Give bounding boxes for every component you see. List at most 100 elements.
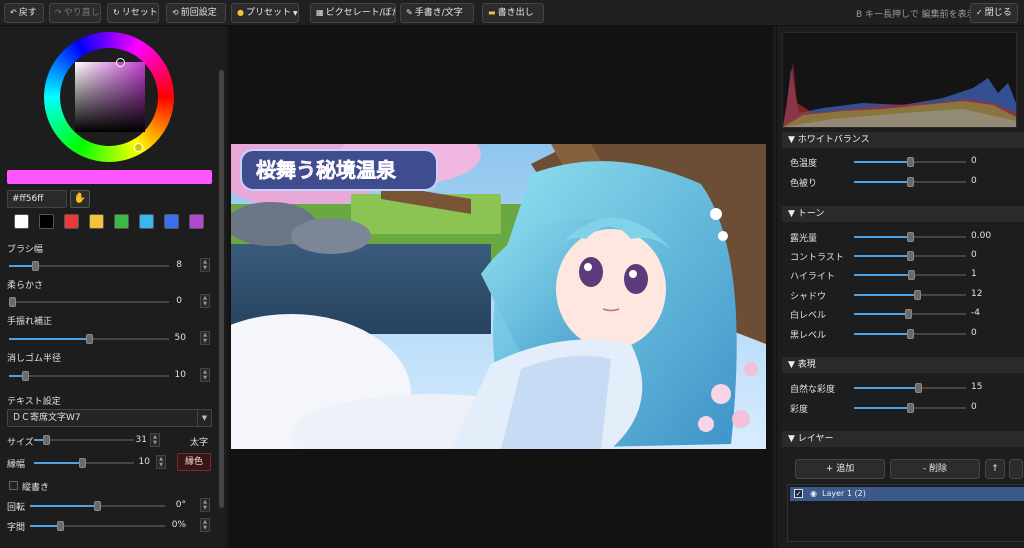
eraser-radius-value[interactable]: 10 bbox=[160, 370, 186, 380]
histogram bbox=[782, 32, 1017, 128]
contrast-value[interactable]: 0 bbox=[971, 250, 977, 260]
swatch-green[interactable] bbox=[114, 214, 129, 229]
saturation-value[interactable]: 0 bbox=[971, 402, 977, 412]
redo-button[interactable]: ↷ やり直し bbox=[49, 3, 101, 23]
banner-text: 桜舞う秘境温泉 bbox=[256, 158, 397, 182]
move-layer-down-button[interactable] bbox=[1009, 459, 1023, 479]
font-select[interactable]: ＤＣ寄席文字W7 ▼ bbox=[7, 409, 212, 427]
bold-toggle[interactable]: 太字 bbox=[190, 435, 208, 448]
stabilizer-slider[interactable] bbox=[9, 334, 169, 344]
delete-layer-button[interactable]: - 削除 bbox=[890, 459, 980, 479]
adjust-panel: ▼ ホワイトバランス 色温度 0 色被り 0 ▼ トーン 露光量 0.00 コン… bbox=[776, 26, 1024, 548]
white-level-label: 白レベル bbox=[790, 311, 827, 321]
temperature-value[interactable]: 0 bbox=[971, 156, 977, 166]
brush-size-slider[interactable] bbox=[9, 261, 169, 271]
hue-picker-handle[interactable] bbox=[134, 143, 143, 152]
letter-spacing-value[interactable]: 0% bbox=[164, 520, 186, 530]
add-layer-button[interactable]: + 追加 bbox=[795, 459, 885, 479]
move-layer-up-button[interactable]: ↑ bbox=[985, 459, 1005, 479]
tint-slider[interactable] bbox=[854, 177, 966, 187]
text-size-value[interactable]: 31 bbox=[125, 435, 147, 445]
exposure-value[interactable]: 0.00 bbox=[971, 231, 991, 241]
layer-item[interactable]: ✓ ◉ Layer 1 (2) bbox=[790, 487, 1024, 501]
canvas-area[interactable]: 桜舞う秘境温泉 bbox=[229, 26, 773, 548]
chevron-down-icon: ▼ bbox=[293, 10, 298, 17]
preset-button[interactable]: ● プリセット ▼ bbox=[231, 3, 299, 23]
tool-panel-scrollbar[interactable] bbox=[219, 70, 224, 508]
black-level-value[interactable]: 0 bbox=[971, 328, 977, 338]
close-button[interactable]: ✓ 閉じる bbox=[970, 3, 1018, 23]
layers-header[interactable]: ▼ レイヤー bbox=[782, 431, 1024, 447]
pen-icon: ✎ bbox=[406, 8, 413, 17]
layer-list: ✓ ◉ Layer 1 (2) bbox=[787, 484, 1024, 542]
swatch-white[interactable] bbox=[14, 214, 29, 229]
text-settings-label: テキスト設定 bbox=[7, 397, 61, 407]
export-button[interactable]: ▬ 書き出し bbox=[482, 3, 544, 23]
undo-icon: ↶ bbox=[10, 8, 17, 17]
sv-picker-handle[interactable] bbox=[116, 58, 125, 67]
eyedropper-button[interactable]: ✋ bbox=[70, 190, 90, 208]
softness-value[interactable]: 0 bbox=[160, 296, 182, 306]
eye-icon[interactable]: ◉ bbox=[810, 487, 817, 501]
swatch-purple[interactable] bbox=[189, 214, 204, 229]
black-level-slider[interactable] bbox=[854, 329, 966, 339]
swatch-cyan[interactable] bbox=[139, 214, 154, 229]
brush-size-value[interactable]: 8 bbox=[160, 260, 182, 270]
swatch-black[interactable] bbox=[39, 214, 54, 229]
highlight-slider[interactable] bbox=[854, 270, 966, 280]
letter-spacing-slider[interactable] bbox=[30, 521, 165, 531]
text-size-slider[interactable] bbox=[34, 435, 134, 445]
eraser-radius-slider[interactable] bbox=[9, 371, 169, 381]
tone-header[interactable]: ▼ トーン bbox=[782, 206, 1024, 222]
eraser-radius-spinner[interactable]: ▲ ▼ bbox=[200, 368, 210, 382]
stabilizer-spinner[interactable]: ▲ ▼ bbox=[200, 331, 210, 345]
letter-spacing-label: 字間 bbox=[7, 523, 26, 533]
exposure-slider[interactable] bbox=[854, 232, 966, 242]
handwriting-button[interactable]: ✎ 手書き/文字 bbox=[400, 3, 474, 23]
prev-settings-button[interactable]: ⟲ 前回設定 bbox=[166, 3, 226, 23]
saturation-value-square[interactable] bbox=[75, 62, 145, 132]
shadow-slider[interactable] bbox=[854, 290, 966, 300]
highlight-value[interactable]: 1 bbox=[971, 269, 977, 279]
toolbar: ↶戻す ↷やり直し ↻リセット ⟲前回設定 ●プリセット▼ ▦ピクセレート/ぼか… bbox=[0, 0, 1024, 26]
swatch-blue[interactable] bbox=[164, 214, 179, 229]
rotation-value[interactable]: 0° bbox=[164, 500, 186, 510]
white-level-slider[interactable] bbox=[854, 309, 966, 319]
softness-spinner[interactable]: ▲ ▼ bbox=[200, 294, 210, 308]
stroke-width-slider[interactable] bbox=[34, 458, 134, 468]
temperature-slider[interactable] bbox=[854, 157, 966, 167]
rotation-spinner[interactable]: ▲ ▼ bbox=[200, 498, 210, 512]
presence-header[interactable]: ▼ 表現 bbox=[782, 357, 1024, 373]
text-size-spinner[interactable]: ▲ ▼ bbox=[150, 433, 160, 447]
letter-spacing-spinner[interactable]: ▲ ▼ bbox=[200, 518, 210, 532]
grid-icon: ▦ bbox=[316, 8, 324, 17]
vertical-text-checkbox[interactable] bbox=[9, 481, 18, 490]
history-icon: ⟲ bbox=[172, 8, 179, 17]
color-preview bbox=[7, 170, 212, 184]
chevron-down-icon: ▼ bbox=[197, 410, 211, 426]
softness-slider[interactable] bbox=[9, 297, 169, 307]
white-level-value[interactable]: -4 bbox=[971, 308, 980, 318]
vibrance-value[interactable]: 15 bbox=[971, 382, 982, 392]
vibrance-slider[interactable] bbox=[854, 383, 966, 393]
white-balance-header[interactable]: ▼ ホワイトバランス bbox=[782, 132, 1024, 148]
contrast-slider[interactable] bbox=[854, 251, 966, 261]
brush-size-spinner[interactable]: ▲ ▼ bbox=[200, 258, 210, 272]
reset-button[interactable]: ↻ リセット bbox=[107, 3, 159, 23]
swatch-red[interactable] bbox=[64, 214, 79, 229]
stroke-width-spinner[interactable]: ▲ ▼ bbox=[156, 455, 166, 469]
layer-visible-checkbox[interactable]: ✓ bbox=[794, 489, 803, 498]
hex-input[interactable]: #ff56ff bbox=[7, 190, 67, 208]
stroke-width-value[interactable]: 10 bbox=[128, 457, 150, 467]
stroke-color-button[interactable]: 縁色 bbox=[177, 453, 211, 471]
undo-button[interactable]: ↶ 戻す bbox=[4, 3, 44, 23]
saturation-label: 彩度 bbox=[790, 405, 809, 415]
stabilizer-value[interactable]: 50 bbox=[160, 333, 186, 343]
tint-value[interactable]: 0 bbox=[971, 176, 977, 186]
rotation-slider[interactable] bbox=[30, 501, 165, 511]
swatch-yellow[interactable] bbox=[89, 214, 104, 229]
pixelate-button[interactable]: ▦ピクセレート/ぼかし bbox=[310, 3, 396, 23]
shadow-value[interactable]: 12 bbox=[971, 289, 982, 299]
edited-image[interactable]: 桜舞う秘境温泉 bbox=[231, 144, 766, 449]
saturation-slider[interactable] bbox=[854, 403, 966, 413]
